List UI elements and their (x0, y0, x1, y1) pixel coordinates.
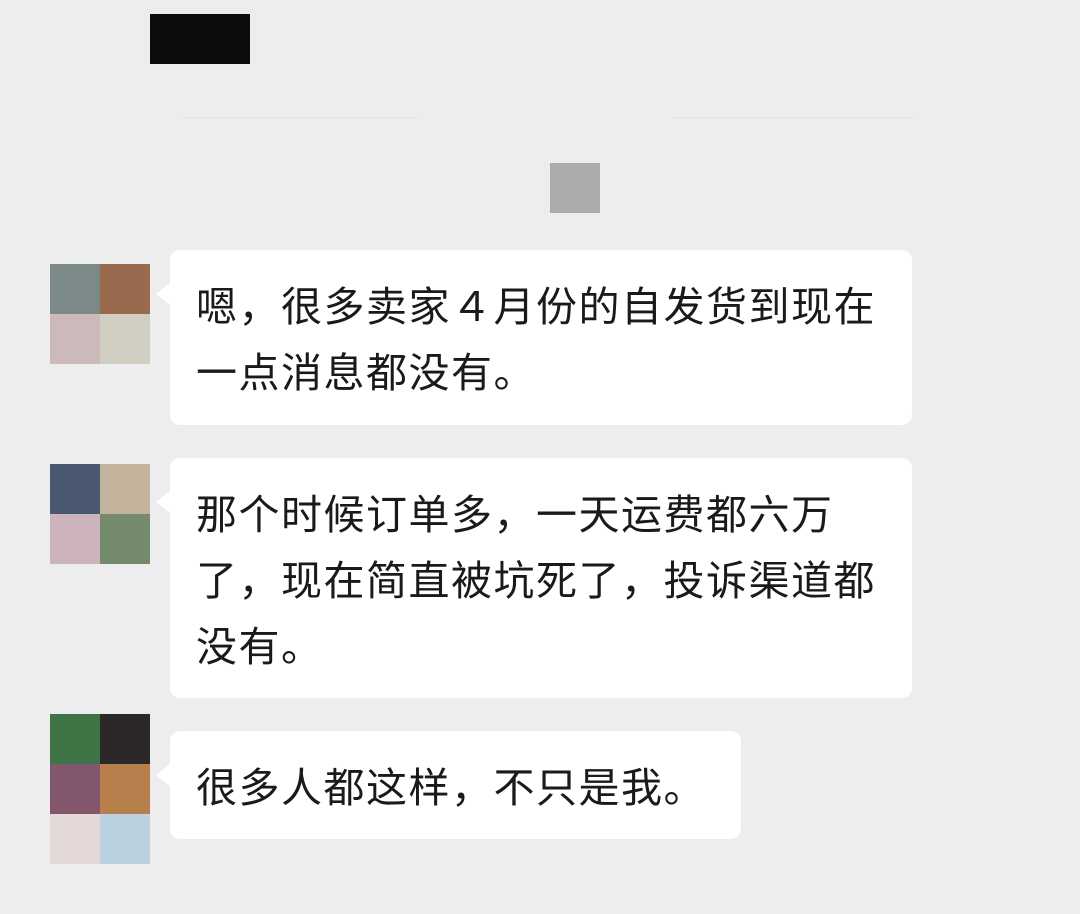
avatar-mosaic-cell (100, 714, 150, 764)
avatar-mosaic-cell (100, 464, 150, 514)
timestamp-divider-left (180, 117, 418, 118)
message-text: 很多人都这样，不只是我。 (196, 764, 706, 812)
avatar[interactable] (50, 464, 150, 564)
avatar-mosaic-cell (100, 764, 150, 814)
avatar[interactable] (50, 714, 150, 864)
avatar-mosaic-cell (50, 514, 100, 564)
avatar-mosaic-cell (50, 314, 100, 364)
avatar-mosaic-cell (50, 764, 100, 814)
message-text: 那个时候订单多，一天运费都六万了，现在简直被坑死了，投诉渠道都没有。 (196, 491, 876, 671)
message-bubble[interactable]: 那个时候订单多，一天运费都六万了，现在简直被坑死了，投诉渠道都没有。 (156, 458, 912, 698)
pixelated-timestamp (550, 163, 600, 213)
avatar-mosaic-cell (100, 264, 150, 314)
avatar-mosaic-cell (100, 314, 150, 364)
avatar-mosaic-cell (50, 814, 100, 864)
message-bubble[interactable]: 嗯，很多卖家４月份的自发货到现在一点消息都没有。 (156, 250, 912, 425)
message-text: 嗯，很多卖家４月份的自发货到现在一点消息都没有。 (196, 283, 876, 397)
timestamp-divider-right (672, 117, 914, 118)
avatar-mosaic-cell (100, 514, 150, 564)
redacted-name-block (150, 14, 250, 64)
avatar-mosaic-cell (100, 814, 150, 864)
avatar-mosaic-cell (50, 714, 100, 764)
avatar-mosaic-cell (50, 464, 100, 514)
message-bubble[interactable]: 很多人都这样，不只是我。 (156, 731, 741, 839)
avatar[interactable] (50, 264, 150, 364)
avatar-mosaic-cell (50, 264, 100, 314)
